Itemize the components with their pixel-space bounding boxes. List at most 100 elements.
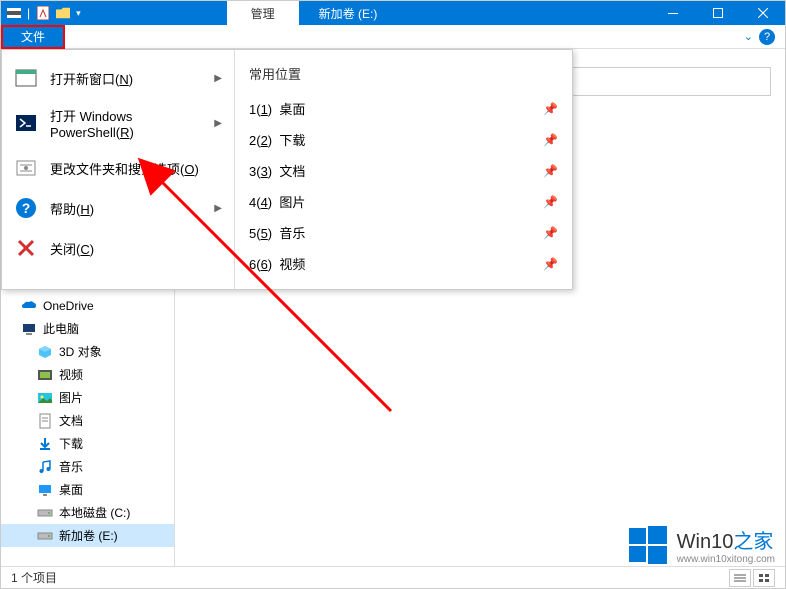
location-downloads[interactable]: 2(2) 下载 📌	[235, 124, 572, 155]
downloads-icon	[37, 436, 53, 452]
options-icon	[14, 156, 38, 180]
location-text: 5(5) 音乐	[249, 223, 305, 242]
pc-icon	[21, 321, 37, 337]
nav-new-volume[interactable]: 新加卷 (E:)	[1, 524, 174, 547]
nav-label: 桌面	[59, 481, 83, 498]
folder-icon[interactable]	[56, 6, 70, 20]
help-icon: ?	[14, 196, 38, 220]
icons-view-button[interactable]	[753, 569, 775, 587]
desktop-icon	[37, 482, 53, 498]
nav-label: 图片	[59, 389, 83, 406]
item-count: 1 个项目	[11, 569, 57, 586]
location-text: 4(4) 图片	[249, 192, 305, 211]
location-music[interactable]: 5(5) 音乐 📌	[235, 217, 572, 248]
nav-label: OneDrive	[43, 299, 94, 313]
frequent-places-title: 常用位置	[235, 60, 572, 93]
watermark-title: Win10之家	[677, 525, 775, 554]
help-icon[interactable]: ?	[759, 29, 775, 45]
view-toggles	[729, 569, 775, 587]
onedrive-icon	[21, 298, 37, 314]
ribbon-right-controls: ⌄ ?	[734, 29, 785, 45]
nav-this-pc[interactable]: 此电脑	[1, 317, 174, 340]
menu-label: 关闭(C)	[50, 239, 94, 258]
menu-help[interactable]: ? 帮助(H) ▶	[2, 188, 234, 228]
qat-dropdown-icon[interactable]: ▾	[76, 8, 81, 19]
nav-label: 文档	[59, 412, 83, 429]
nav-label: 音乐	[59, 458, 83, 475]
music-icon	[37, 459, 53, 475]
nav-label: 视频	[59, 366, 83, 383]
videos-icon	[37, 367, 53, 383]
properties-icon[interactable]	[36, 6, 50, 20]
nav-label: 本地磁盘 (C:)	[59, 504, 130, 521]
location-documents[interactable]: 3(3) 文档 📌	[235, 155, 572, 186]
nav-onedrive[interactable]: OneDrive	[1, 295, 174, 317]
pictures-icon	[37, 390, 53, 406]
menu-label: 更改文件夹和搜索选项(O)	[50, 159, 199, 178]
nav-downloads[interactable]: 下载	[1, 432, 174, 455]
details-view-button[interactable]	[729, 569, 751, 587]
pin-icon[interactable]: 📌	[543, 195, 558, 209]
location-desktop[interactable]: 1(1) 桌面 📌	[235, 93, 572, 124]
nav-music[interactable]: 音乐	[1, 455, 174, 478]
disk-icon	[37, 505, 53, 521]
nav-label: 此电脑	[43, 320, 79, 337]
chevron-right-icon: ▶	[214, 203, 222, 214]
maximize-button[interactable]	[695, 1, 740, 25]
file-menu-left: 打开新窗口(N) ▶ 打开 Windows PowerShell(R) ▶ 更改…	[2, 50, 234, 289]
nav-3d-objects[interactable]: 3D 对象	[1, 340, 174, 363]
nav-videos[interactable]: 视频	[1, 363, 174, 386]
windows-logo-icon	[627, 524, 669, 566]
location-text: 2(2) 下载	[249, 130, 305, 149]
documents-icon	[37, 413, 53, 429]
window-title: 新加卷 (E:)	[299, 5, 398, 22]
chevron-right-icon: ▶	[214, 118, 222, 129]
menu-close[interactable]: 关闭(C)	[2, 228, 234, 268]
pin-icon[interactable]: 📌	[543, 102, 558, 116]
titlebar: | ▾ 管理 新加卷 (E:)	[1, 1, 785, 25]
nav-desktop[interactable]: 桌面	[1, 478, 174, 501]
close-icon	[14, 236, 38, 260]
manage-tab[interactable]: 管理	[227, 1, 299, 25]
watermark: Win10之家 www.win10xitong.com	[627, 524, 775, 566]
menu-label: 打开新窗口(N)	[50, 69, 133, 88]
watermark-text: Win10之家 www.win10xitong.com	[677, 525, 775, 565]
nav-label: 新加卷 (E:)	[59, 527, 118, 544]
location-pictures[interactable]: 4(4) 图片 📌	[235, 186, 572, 217]
nav-local-disk[interactable]: 本地磁盘 (C:)	[1, 501, 174, 524]
quick-access-toolbar: | ▾	[1, 1, 87, 25]
menu-open-powershell[interactable]: 打开 Windows PowerShell(R) ▶	[2, 98, 234, 148]
new-window-icon	[14, 66, 38, 90]
close-button[interactable]	[740, 1, 785, 25]
location-text: 3(3) 文档	[249, 161, 305, 180]
app-icon	[7, 6, 21, 20]
ribbon-expand-icon[interactable]: ⌄	[744, 30, 753, 43]
menu-open-new-window[interactable]: 打开新窗口(N) ▶	[2, 58, 234, 98]
chevron-right-icon: ▶	[214, 73, 222, 84]
nav-label: 下载	[59, 435, 83, 452]
status-bar: 1 个项目	[1, 566, 785, 588]
nav-label: 3D 对象	[59, 343, 102, 360]
svg-text:?: ?	[22, 200, 31, 216]
file-menu-dropdown: 打开新窗口(N) ▶ 打开 Windows PowerShell(R) ▶ 更改…	[1, 49, 573, 290]
location-text: 6(6) 视频	[249, 254, 305, 273]
menu-change-options[interactable]: 更改文件夹和搜索选项(O)	[2, 148, 234, 188]
qat-divider: |	[27, 6, 30, 20]
minimize-button[interactable]	[650, 1, 695, 25]
pin-icon[interactable]: 📌	[543, 164, 558, 178]
location-videos[interactable]: 6(6) 视频 📌	[235, 248, 572, 279]
pin-icon[interactable]: 📌	[543, 257, 558, 271]
watermark-url: www.win10xitong.com	[677, 554, 775, 565]
file-menu-right: 常用位置 1(1) 桌面 📌 2(2) 下载 📌 3(3) 文档 📌 4(4) …	[234, 50, 572, 289]
pin-icon[interactable]: 📌	[543, 133, 558, 147]
file-tab[interactable]: 文件	[1, 25, 65, 49]
window-controls	[650, 1, 785, 25]
powershell-icon	[14, 111, 38, 135]
pin-icon[interactable]: 📌	[543, 226, 558, 240]
nav-documents[interactable]: 文档	[1, 409, 174, 432]
nav-pictures[interactable]: 图片	[1, 386, 174, 409]
menu-label: 打开 Windows PowerShell(R)	[50, 106, 202, 140]
menu-label: 帮助(H)	[50, 199, 94, 218]
ribbon-tab-row: 文件 ⌄ ?	[1, 25, 785, 49]
3d-icon	[37, 344, 53, 360]
